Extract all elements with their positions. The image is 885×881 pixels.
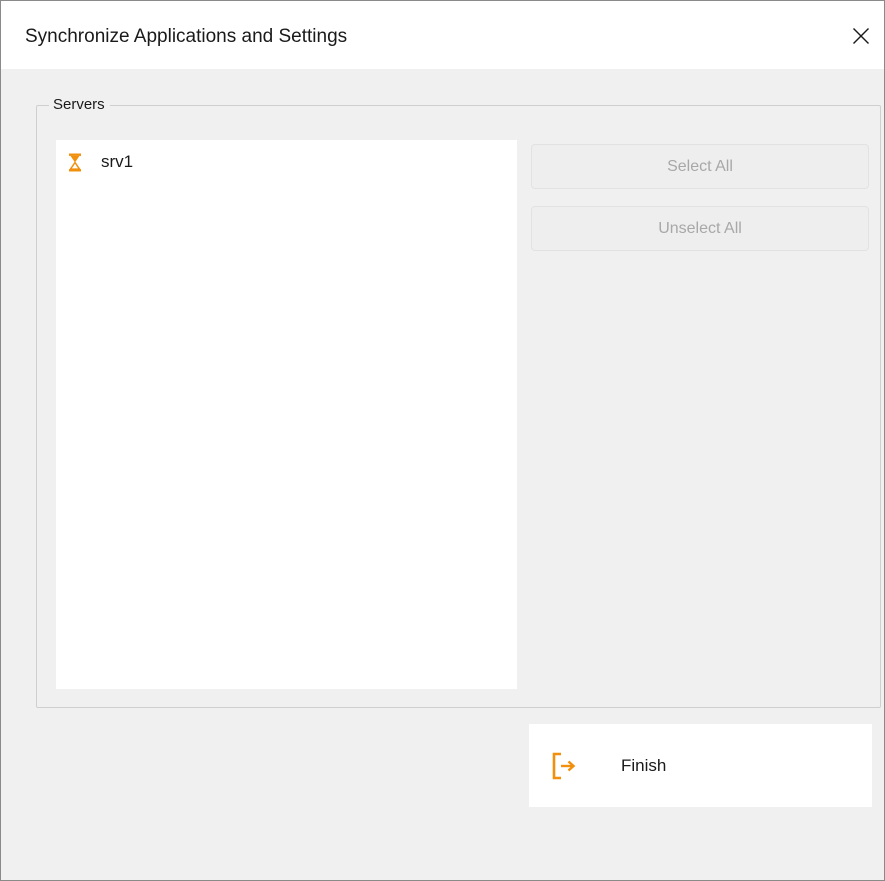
exit-arrow-icon bbox=[551, 750, 577, 782]
window-title: Synchronize Applications and Settings bbox=[25, 26, 348, 47]
finish-label: Finish bbox=[621, 755, 667, 775]
hourglass-icon bbox=[67, 152, 83, 172]
select-all-button[interactable]: Select All bbox=[531, 144, 869, 189]
finish-button[interactable]: Finish bbox=[529, 724, 872, 807]
servers-group-label: Servers bbox=[49, 94, 110, 116]
close-icon bbox=[853, 28, 869, 44]
server-name: srv1 bbox=[101, 152, 134, 171]
sync-dialog: Synchronize Applications and Settings Se… bbox=[0, 0, 885, 881]
title-bar: Synchronize Applications and Settings bbox=[1, 1, 884, 69]
unselect-all-button[interactable]: Unselect All bbox=[531, 206, 869, 251]
close-button[interactable] bbox=[838, 15, 884, 57]
server-list[interactable]: srv1 bbox=[56, 140, 517, 689]
list-item-srv1[interactable]: srv1 bbox=[67, 149, 133, 175]
